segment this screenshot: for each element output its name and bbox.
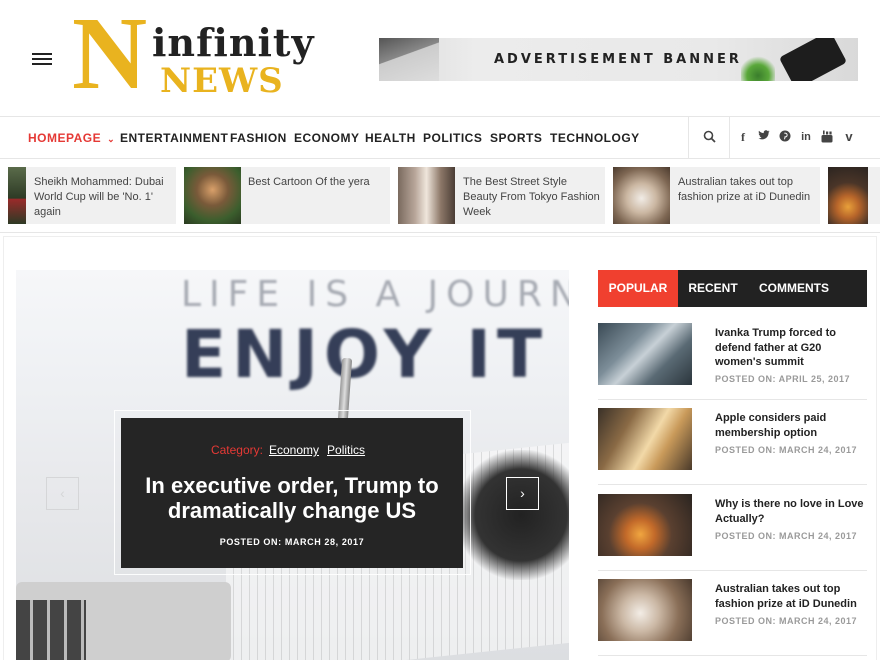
category-label: Category: <box>210 443 263 457</box>
hero-date: POSTED ON: MARCH 28, 2017 <box>219 537 365 547</box>
search-icon[interactable] <box>702 130 716 144</box>
sidebar-post-title[interactable]: Australian takes out top fashion prize a… <box>715 582 865 611</box>
nav-item-health[interactable]: HEALTH <box>365 131 416 145</box>
hero-yarn-image <box>456 450 569 580</box>
nav-item-entertainment[interactable]: ENTERTAINMENT <box>120 131 228 145</box>
hero-background-text: LIFE IS A JOURNEY <box>181 274 569 315</box>
logo-letter-n: N <box>72 0 148 111</box>
category-link-politics[interactable]: Politics <box>327 443 365 457</box>
pinterest-icon[interactable] <box>778 130 792 144</box>
ticker-thumbnail <box>398 167 455 224</box>
logo-word-news: NEWS <box>160 61 284 101</box>
sidebar-post-date: POSTED ON: MARCH 24, 2017 <box>715 616 858 626</box>
ticker-headline: Australian takes out top fashion prize a… <box>678 176 811 203</box>
sidebar-post-date: POSTED ON: MARCH 24, 2017 <box>715 531 858 541</box>
ticker-thumbnail <box>8 167 26 224</box>
sidebar-post-thumbnail <box>598 579 692 641</box>
featured-slider[interactable]: LIFE IS A JOURNEY ENJOY IT Category: Econ… <box>16 270 569 660</box>
nav-item-economy[interactable]: ECONOMY <box>294 131 360 145</box>
nav-divider <box>729 117 730 159</box>
ticker-headline: Sheikh Mohammed: Dubai World Cup will be… <box>34 176 164 218</box>
chevron-down-icon: ⌄ <box>107 134 116 144</box>
nav-item-fashion[interactable]: FASHION <box>230 131 287 145</box>
ad-banner-text: ADVERTISEMENT BANNER <box>494 52 742 67</box>
nav-item-label: HOMEPAGE <box>28 131 102 145</box>
sidebar-post-thumbnail <box>598 323 692 385</box>
tab-recent[interactable]: RECENT <box>678 270 748 307</box>
sidebar-post-date: POSTED ON: MARCH 24, 2017 <box>715 445 858 455</box>
logo-word-infinity: infinity <box>152 20 315 65</box>
nav-item-sports[interactable]: SPORTS <box>490 131 542 145</box>
ticker-headline: The Best Street Style Beauty From Tokyo … <box>463 176 600 218</box>
ticker-headline: Best Cartoon Of the yera <box>248 176 370 188</box>
ticker-thumbnail <box>184 167 241 224</box>
ad-laptop-image <box>379 38 439 81</box>
hero-categories: Category: Economy Politics <box>121 443 463 457</box>
menu-icon[interactable] <box>32 53 52 65</box>
sidebar-post[interactable]: Australian takes out top fashion prize a… <box>598 579 867 656</box>
ticker-item[interactable]: The Best Street Style Beauty From Tokyo … <box>398 167 605 224</box>
hero-title[interactable]: In executive order, Trump to dramaticall… <box>139 473 445 523</box>
youtube-icon[interactable] <box>820 130 834 144</box>
ticker-item[interactable] <box>828 167 880 224</box>
twitter-icon[interactable] <box>757 130 771 144</box>
sidebar-post-title[interactable]: Why is there no love in Love Actually? <box>715 497 865 526</box>
ticker-item[interactable]: Sheikh Mohammed: Dubai World Cup will be… <box>8 167 176 224</box>
advertisement-banner[interactable]: ADVERTISEMENT BANNER <box>379 38 858 81</box>
tab-comments[interactable]: COMMENTS <box>748 270 840 307</box>
sidebar-post-title[interactable]: Apple considers paid membership option <box>715 411 865 440</box>
sidebar-post-thumbnail <box>598 494 692 556</box>
hero-background-text: ENJOY IT <box>181 316 548 393</box>
sidebar-post[interactable]: Why is there no love in Love Actually? P… <box>598 494 867 571</box>
site-header: N infinity NEWS ADVERTISEMENT BANNER <box>0 0 880 117</box>
slider-prev-icon[interactable]: ‹ <box>46 477 79 510</box>
sidebar-post-title[interactable]: Ivanka Trump forced to defend father at … <box>715 326 865 370</box>
sidebar-post-thumbnail <box>598 408 692 470</box>
facebook-icon[interactable]: f <box>736 130 750 144</box>
category-link-economy[interactable]: Economy <box>269 443 319 457</box>
sidebar-post[interactable]: Ivanka Trump forced to defend father at … <box>598 323 867 400</box>
hero-caption-box: Category: Economy Politics In executive or… <box>121 418 463 568</box>
nav-item-politics[interactable]: POLITICS <box>423 131 482 145</box>
ad-plant-image <box>741 54 775 81</box>
ticker-item[interactable]: Australian takes out top fashion prize a… <box>613 167 820 224</box>
ad-phone-image <box>778 38 848 81</box>
tab-popular[interactable]: POPULAR <box>598 270 678 307</box>
linkedin-icon[interactable]: in <box>799 130 813 144</box>
sidebar-post[interactable]: Apple considers paid membership option P… <box>598 408 867 485</box>
nav-divider <box>688 117 689 159</box>
nav-item-homepage[interactable]: HOMEPAGE ⌄ <box>28 131 115 145</box>
slider-next-icon[interactable]: › <box>506 477 539 510</box>
ticker-thumbnail <box>828 167 868 224</box>
nav-item-technology[interactable]: TECHNOLOGY <box>550 131 640 145</box>
vimeo-icon[interactable]: v <box>842 130 856 144</box>
main-navigation: HOMEPAGE ⌄ ENTERTAINMENT FASHION ECONOMY … <box>0 117 880 159</box>
sidebar-post-date: POSTED ON: APRIL 25, 2017 <box>715 374 851 384</box>
news-ticker: Sheikh Mohammed: Dubai World Cup will be… <box>0 159 880 233</box>
ticker-thumbnail <box>613 167 670 224</box>
sidebar-tabs: POPULAR RECENT COMMENTS <box>598 270 867 307</box>
site-logo[interactable]: N infinity NEWS <box>72 2 322 106</box>
hero-keyboard-image <box>16 600 86 660</box>
ticker-item[interactable]: Best Cartoon Of the yera <box>184 167 390 224</box>
